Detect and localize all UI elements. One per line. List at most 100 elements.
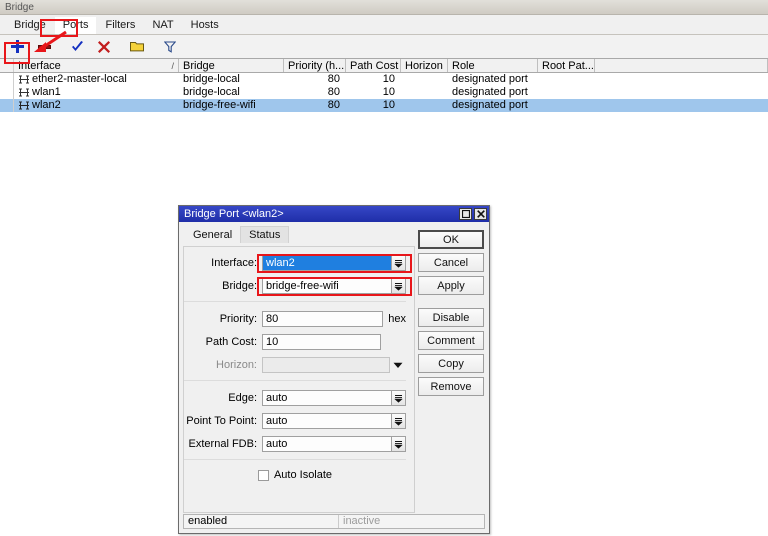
interface-field-row: Interface: wlan2 bbox=[184, 255, 406, 271]
cell-bridge: bridge-free-wifi bbox=[183, 99, 256, 111]
table-row[interactable]: wlan2 bridge-free-wifi 80 10 designated … bbox=[0, 99, 768, 112]
edge-field-row: Edge: auto bbox=[184, 390, 406, 406]
external-fdb-dropdown-button[interactable] bbox=[392, 436, 406, 452]
tab-filters[interactable]: Filters bbox=[97, 17, 143, 34]
bridge-port-dialog: Bridge Port <wlan2> General Status Inter… bbox=[178, 205, 490, 534]
cell-interface-label: wlan1 bbox=[32, 86, 61, 98]
column-header-root-path[interactable]: Root Pat... bbox=[538, 59, 595, 72]
folder-icon bbox=[130, 41, 144, 52]
apply-button[interactable]: Apply bbox=[418, 276, 484, 295]
point-to-point-control: auto bbox=[262, 413, 406, 429]
close-button[interactable] bbox=[474, 208, 487, 220]
bridge-control: bridge-free-wifi bbox=[262, 278, 406, 294]
cell-interface: ether2-master-local bbox=[14, 73, 179, 86]
disable-button[interactable]: Disable bbox=[418, 308, 484, 327]
bridge-input[interactable]: bridge-free-wifi bbox=[262, 278, 392, 294]
edge-dropdown-button[interactable] bbox=[392, 390, 406, 406]
dialog-status-bar: enabled inactive bbox=[183, 514, 485, 529]
tab-bridge[interactable]: Bridge bbox=[6, 17, 54, 34]
x-icon bbox=[98, 40, 110, 53]
filter-icon bbox=[164, 40, 176, 53]
cell-interface: wlan1 bbox=[14, 86, 179, 99]
form-divider-2 bbox=[184, 380, 406, 381]
column-header-bridge[interactable]: Bridge bbox=[179, 59, 284, 72]
auto-isolate-checkbox[interactable] bbox=[257, 469, 269, 481]
cell-role: designated port bbox=[452, 99, 528, 111]
cell-bridge: bridge-local bbox=[183, 73, 240, 85]
row-gutter bbox=[0, 86, 14, 99]
filter-button[interactable] bbox=[158, 36, 182, 57]
add-button[interactable] bbox=[5, 36, 29, 57]
dialog-button-column: OK Cancel Apply Disable Comment Copy Rem… bbox=[418, 230, 484, 400]
bridge-field-row: Bridge: bridge-free-wifi bbox=[184, 278, 406, 294]
ports-table: Interface / Bridge Priority (h... Path C… bbox=[0, 58, 768, 112]
cell-interface-label: wlan2 bbox=[32, 99, 61, 111]
path-cost-input[interactable]: 10 bbox=[262, 334, 381, 350]
dialog-tab-general[interactable]: General bbox=[185, 227, 240, 243]
cell-path-cost: 10 bbox=[382, 99, 395, 111]
priority-suffix-label: hex bbox=[388, 313, 406, 325]
interface-dropdown-button[interactable] bbox=[392, 255, 406, 271]
auto-isolate-label: Auto Isolate bbox=[273, 469, 333, 481]
external-fdb-input[interactable]: auto bbox=[262, 436, 392, 452]
dialog-titlebar[interactable]: Bridge Port <wlan2> bbox=[179, 206, 489, 222]
path-cost-field-row: Path Cost: 10 bbox=[184, 334, 406, 350]
bridge-label: Bridge: bbox=[222, 280, 257, 292]
bridge-port-icon bbox=[18, 101, 30, 110]
remove-button[interactable]: Remove bbox=[418, 377, 484, 396]
table-row[interactable]: ether2-master-local bridge-local 80 10 d… bbox=[0, 73, 768, 86]
tab-ports[interactable]: Ports bbox=[54, 17, 97, 34]
priority-input[interactable]: 80 bbox=[262, 311, 384, 327]
row-gutter bbox=[0, 73, 14, 86]
tab-nat[interactable]: NAT bbox=[144, 17, 181, 34]
cell-bridge: bridge-local bbox=[183, 86, 240, 98]
dialog-tab-status[interactable]: Status bbox=[240, 226, 290, 243]
cell-path-cost: 10 bbox=[382, 86, 395, 98]
horizon-control bbox=[262, 357, 406, 373]
comment-button[interactable] bbox=[125, 36, 149, 57]
horizon-label: Horizon: bbox=[216, 359, 257, 371]
cell-role: designated port bbox=[452, 73, 528, 85]
column-header-interface-label: Interface bbox=[18, 59, 61, 72]
column-header-priority[interactable]: Priority (h... bbox=[284, 59, 346, 72]
point-to-point-dropdown-button[interactable] bbox=[392, 413, 406, 429]
bridge-port-icon bbox=[18, 75, 30, 84]
remove-button[interactable] bbox=[32, 36, 56, 57]
priority-label: Priority: bbox=[219, 313, 257, 325]
bridge-port-icon bbox=[18, 88, 30, 97]
column-header-role[interactable]: Role bbox=[448, 59, 538, 72]
horizon-dropdown-icon[interactable] bbox=[390, 362, 406, 369]
horizon-input[interactable] bbox=[262, 357, 390, 373]
plus-icon bbox=[10, 40, 24, 53]
table-row[interactable]: wlan1 bridge-local 80 10 designated port bbox=[0, 86, 768, 99]
interface-input[interactable]: wlan2 bbox=[262, 255, 392, 271]
column-header-interface[interactable]: Interface / bbox=[14, 59, 179, 72]
column-header-horizon[interactable]: Horizon bbox=[401, 59, 448, 72]
enable-button[interactable] bbox=[65, 36, 89, 57]
disable-button[interactable] bbox=[92, 36, 116, 57]
edge-input[interactable]: auto bbox=[262, 390, 392, 406]
interface-control: wlan2 bbox=[262, 255, 406, 271]
form-divider-3 bbox=[184, 459, 406, 460]
point-to-point-input[interactable]: auto bbox=[262, 413, 392, 429]
priority-field-row: Priority: 80 hex bbox=[184, 311, 406, 327]
external-fdb-field-row: External FDB: auto bbox=[184, 436, 406, 452]
ok-button[interactable]: OK bbox=[418, 230, 484, 249]
tab-hosts[interactable]: Hosts bbox=[183, 17, 227, 34]
dialog-title: Bridge Port <wlan2> bbox=[184, 208, 284, 220]
column-header-path-cost[interactable]: Path Cost bbox=[346, 59, 401, 72]
cell-interface: wlan2 bbox=[14, 99, 179, 112]
copy-button[interactable]: Copy bbox=[418, 354, 484, 373]
external-fdb-control: auto bbox=[262, 436, 406, 452]
bridge-dropdown-button[interactable] bbox=[392, 278, 406, 294]
comment-button[interactable]: Comment bbox=[418, 331, 484, 350]
auto-isolate-row[interactable]: Auto Isolate bbox=[184, 469, 406, 481]
cancel-button[interactable]: Cancel bbox=[418, 253, 484, 272]
maximize-button[interactable] bbox=[459, 208, 472, 220]
point-to-point-field-row: Point To Point: auto bbox=[184, 413, 406, 429]
path-cost-label: Path Cost: bbox=[205, 336, 257, 348]
priority-control: 80 hex bbox=[262, 311, 406, 327]
external-fdb-label: External FDB: bbox=[188, 438, 257, 450]
cell-path-cost: 10 bbox=[382, 73, 395, 85]
minus-icon bbox=[37, 44, 51, 49]
